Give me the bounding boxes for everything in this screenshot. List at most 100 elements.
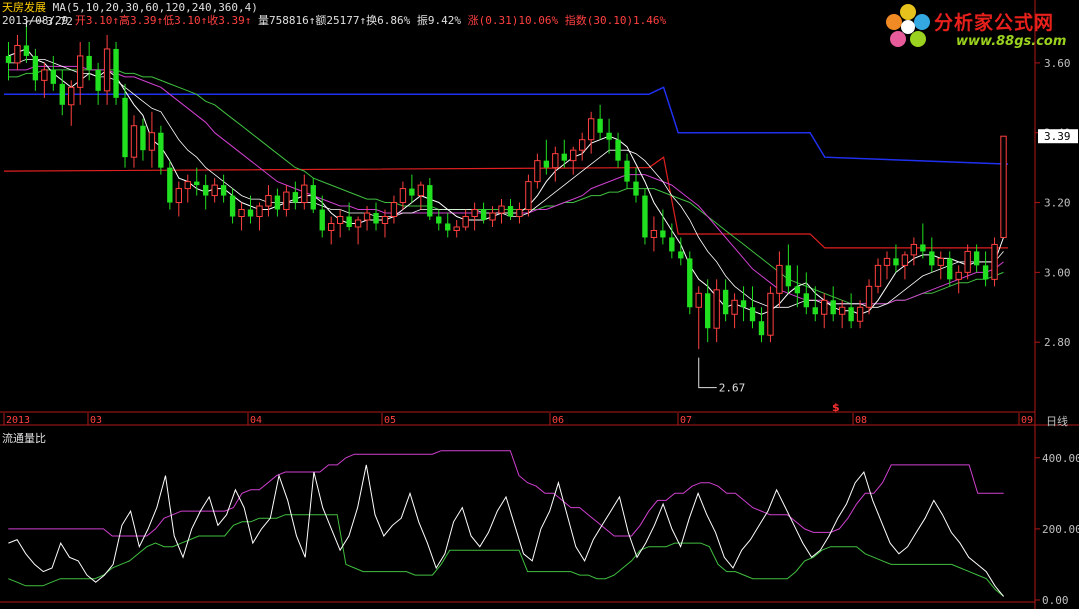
candle-body-down xyxy=(59,83,65,105)
candle-body-down xyxy=(678,251,684,259)
date-label: 04 xyxy=(250,415,262,426)
candle-body-up xyxy=(336,216,344,224)
candle-body-down xyxy=(740,300,747,308)
blue-level-line xyxy=(4,86,1009,165)
candle-body-down xyxy=(167,167,173,203)
candle-body-down xyxy=(220,185,227,196)
candle-body-down xyxy=(830,300,836,315)
low-annotation-line xyxy=(698,357,717,389)
candle-body-down xyxy=(606,132,612,140)
candle-body-up xyxy=(363,212,371,221)
red-level-line xyxy=(3,156,1008,249)
candle-body-up xyxy=(148,132,156,151)
price-tick-label: 3.00 xyxy=(1044,266,1071,279)
candle-body-up xyxy=(283,191,290,211)
candle-body-down xyxy=(660,230,666,238)
candle-body-up xyxy=(838,306,846,315)
date-label: 08 xyxy=(855,415,867,426)
candle-body-down xyxy=(543,160,550,168)
chart-stage: 3.722.67$ 3.603.403.203.002.803.39201303… xyxy=(0,0,1079,609)
price-tick-label: 2.80 xyxy=(1044,336,1071,349)
candle-body-down xyxy=(929,251,935,266)
candle-body-up xyxy=(821,299,828,315)
candle-body-up xyxy=(417,184,425,197)
ma5-line xyxy=(8,48,1004,315)
candle-body-up xyxy=(77,55,84,88)
change: 涨(0.31)10.06% xyxy=(467,14,559,27)
candle-body-up xyxy=(856,306,864,322)
candle-body-up xyxy=(570,149,577,162)
candle-body-down xyxy=(669,237,675,252)
candle-body-up xyxy=(498,205,505,214)
candle-body-down xyxy=(23,45,30,56)
candle-body-up xyxy=(381,216,389,224)
candle-body-down xyxy=(785,265,792,287)
candle-body-up xyxy=(103,48,111,92)
candle-body-up xyxy=(767,292,774,336)
amplitude: 振9.42% xyxy=(416,14,461,27)
candle-body-up xyxy=(301,184,308,204)
candle-body-down xyxy=(982,265,989,280)
price-tick-label: 3.20 xyxy=(1044,197,1071,210)
candle-body-up xyxy=(865,285,873,308)
candle-body-up xyxy=(579,139,586,151)
candle-body-up xyxy=(731,299,738,315)
indicator-white-line xyxy=(8,464,1004,597)
indicator-magenta-line xyxy=(8,450,1004,537)
candle-body-up xyxy=(256,205,263,218)
candle-body-down xyxy=(973,251,980,266)
candle-body-up xyxy=(14,44,21,64)
candle-body-up xyxy=(453,226,460,231)
candle-body-down xyxy=(373,213,379,224)
amount: 额25177↑ xyxy=(315,14,367,27)
candle-body-down xyxy=(247,209,254,217)
candle-body-down xyxy=(32,55,39,81)
candle-body-down xyxy=(597,118,603,133)
candle-body-down xyxy=(480,209,487,220)
candle-body-up xyxy=(489,212,496,221)
date-label: 2013 xyxy=(6,415,30,426)
candle-body-up xyxy=(534,160,541,183)
price-panel: 3.722.67$ xyxy=(3,15,1009,414)
price-tick-label: 3.60 xyxy=(1044,57,1071,70)
candle-body-down xyxy=(409,188,415,196)
volume: 量758816↑ xyxy=(257,14,316,27)
candle-body-up xyxy=(937,257,944,266)
candle-body-up xyxy=(910,243,918,256)
open: 开3.10↑ xyxy=(74,14,119,27)
candle-body-up xyxy=(901,254,909,266)
candle-body-down xyxy=(229,195,236,217)
candle-body-up xyxy=(650,229,658,238)
indicator-tick-label: 200.00 xyxy=(1042,523,1079,536)
candle-body-down xyxy=(50,69,56,84)
candle-body-down xyxy=(427,185,433,217)
flower-logo-icon xyxy=(886,4,930,47)
date-label: 03 xyxy=(90,415,102,426)
timeframe-label: 日线 xyxy=(1046,414,1068,428)
candle-body-down xyxy=(803,293,809,308)
candle-body-up xyxy=(695,292,702,308)
candle-body-down xyxy=(642,195,648,238)
candle-body-down xyxy=(920,244,926,252)
candle-body-up xyxy=(964,250,971,273)
candle-body-up xyxy=(462,216,469,228)
indicator-panel xyxy=(8,450,1005,597)
candle-body-up xyxy=(776,264,783,294)
date: 2013/08/29 xyxy=(2,14,69,27)
close: 收3.39↑ xyxy=(207,14,252,27)
indicator-title: 流通量比 xyxy=(2,432,46,445)
candle-body-down xyxy=(705,293,711,329)
candle-body-down xyxy=(319,209,325,231)
low-annotation: 2.67 xyxy=(719,382,746,395)
axes: 3.603.403.203.002.803.392013030405060708… xyxy=(0,0,1079,609)
candle-body-up xyxy=(130,125,138,158)
candle-body-down xyxy=(95,69,101,91)
ma-label: MA(5,10,20,30,60,120,240,360,4) xyxy=(52,1,258,14)
candle-body-down xyxy=(113,48,119,98)
candle-body-down xyxy=(507,206,514,217)
candle-body-down xyxy=(624,160,630,182)
candle-body-down xyxy=(758,321,765,336)
candle-body-down xyxy=(947,258,953,280)
candle-body-up xyxy=(883,257,891,266)
low: 低3.10↑ xyxy=(163,14,208,27)
